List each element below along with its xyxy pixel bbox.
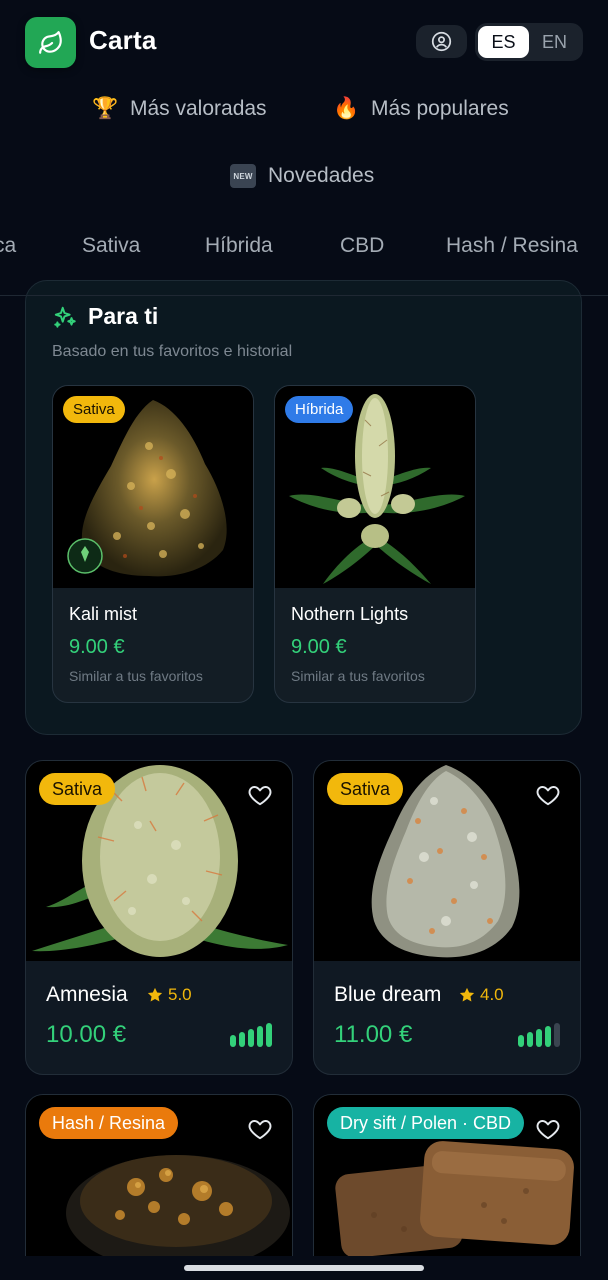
filter-most-popular[interactable]: 🔥 Más populares [333, 97, 509, 121]
category-tabs: ca Sativa Híbrida CBD Hash / Resina [0, 222, 608, 274]
account-button[interactable] [416, 25, 467, 58]
app-title: Carta [89, 25, 157, 55]
user-circle-icon [431, 31, 452, 52]
product-name: Amnesia [46, 983, 128, 1006]
recommendation-note: Similar a tus favoritos [291, 668, 425, 684]
strength-bar [545, 1026, 551, 1047]
strength-bar [518, 1035, 524, 1047]
strength-bar [257, 1026, 263, 1047]
strength-bar [266, 1023, 272, 1047]
filter-most-popular-label: Más populares [371, 97, 509, 120]
tab-indica[interactable]: ca [0, 234, 16, 258]
strength-bar [527, 1032, 533, 1047]
new-icon: NEW [230, 164, 256, 188]
top-bar: Carta ES EN [0, 0, 608, 84]
strength-bar [248, 1029, 254, 1047]
product-image: Híbrida [275, 386, 475, 588]
tab-hibrida[interactable]: Híbrida [205, 234, 273, 258]
filter-top-rated[interactable]: 🏆 Más valoradas [92, 97, 267, 121]
strength-bar [230, 1035, 236, 1047]
rating-value: 5.0 [168, 985, 192, 1004]
strain-badge: Sativa [39, 773, 116, 805]
filter-top-rated-label: Más valoradas [130, 97, 267, 120]
product-image: Sativa [53, 386, 253, 588]
sparkles-icon [54, 306, 76, 328]
product-price: 10.00 € [46, 1021, 127, 1048]
favorite-button[interactable] [246, 781, 274, 809]
recommendation-note: Similar a tus favoritos [69, 668, 203, 684]
product-card[interactable]: Sativa Amnesia 5.0 10.00 € [25, 760, 293, 1075]
signal-bars-icon [518, 1023, 560, 1047]
strain-badge: Hash / Resina [39, 1107, 179, 1139]
tab-hash-resina[interactable]: Hash / Resina [446, 234, 578, 258]
strain-badge: Sativa [63, 396, 125, 423]
tab-sativa[interactable]: Sativa [82, 234, 140, 258]
para-ti-subtitle: Basado en tus favoritos e historial [52, 343, 293, 360]
product-price: 9.00 € [69, 636, 125, 658]
strength-bar [536, 1029, 542, 1047]
signal-bars-icon [230, 1023, 272, 1047]
strain-badge: Sativa [327, 773, 404, 805]
product-name: Kali mist [69, 604, 138, 624]
favorite-button[interactable] [534, 1115, 562, 1143]
heart-icon [248, 786, 272, 806]
star-icon [147, 987, 163, 1002]
product-rating: 5.0 [146, 985, 192, 1005]
heart-icon [536, 1120, 560, 1140]
product-name: Nothern Lights [291, 604, 409, 624]
strain-badge: Dry sift / Polen · CBD [327, 1107, 525, 1139]
product-rating: 4.0 [458, 985, 504, 1005]
header-divider [0, 295, 608, 296]
leaf-icon [38, 30, 62, 54]
lang-option-en[interactable]: EN [529, 26, 580, 58]
rating-value: 4.0 [480, 985, 504, 1004]
favorite-button[interactable] [246, 1115, 274, 1143]
trophy-icon: 🏆 [92, 97, 119, 120]
tab-cbd[interactable]: CBD [340, 234, 384, 258]
strain-badge: Híbrida [285, 396, 354, 423]
product-card[interactable]: Dry sift / Polen · CBD [313, 1094, 581, 1280]
favorite-button[interactable] [534, 781, 562, 809]
strength-bar [239, 1032, 245, 1047]
recommended-card[interactable]: Sativa Kali mist 9.00 € Similar a tus fa… [52, 385, 254, 703]
para-ti-title: Para ti [88, 303, 159, 329]
star-icon [459, 987, 475, 1002]
filter-new-label: Novedades [268, 164, 375, 187]
app-logo[interactable] [25, 17, 76, 68]
home-gesture-pill[interactable] [184, 1265, 424, 1271]
para-ti-section: Para ti Basado en tus favoritos e histor… [25, 280, 582, 735]
product-price: 9.00 € [291, 636, 347, 658]
strength-bar [554, 1023, 560, 1047]
language-toggle: ES EN [475, 23, 583, 61]
filter-new[interactable]: NEW Novedades [230, 164, 374, 188]
para-ti-header: Para ti [52, 303, 158, 330]
product-price: 11.00 € [334, 1021, 413, 1048]
fire-icon: 🔥 [333, 97, 360, 120]
lang-option-es[interactable]: ES [478, 26, 529, 58]
heart-icon [536, 786, 560, 806]
heart-icon [248, 1120, 272, 1140]
recommended-card[interactable]: Híbrida Nothern Lights 9.00 € Similar a … [274, 385, 476, 703]
product-card[interactable]: Sativa Blue dream 4.0 11.00 € [313, 760, 581, 1075]
product-card[interactable]: Hash / Resina [25, 1094, 293, 1280]
product-name: Blue dream [334, 983, 442, 1006]
